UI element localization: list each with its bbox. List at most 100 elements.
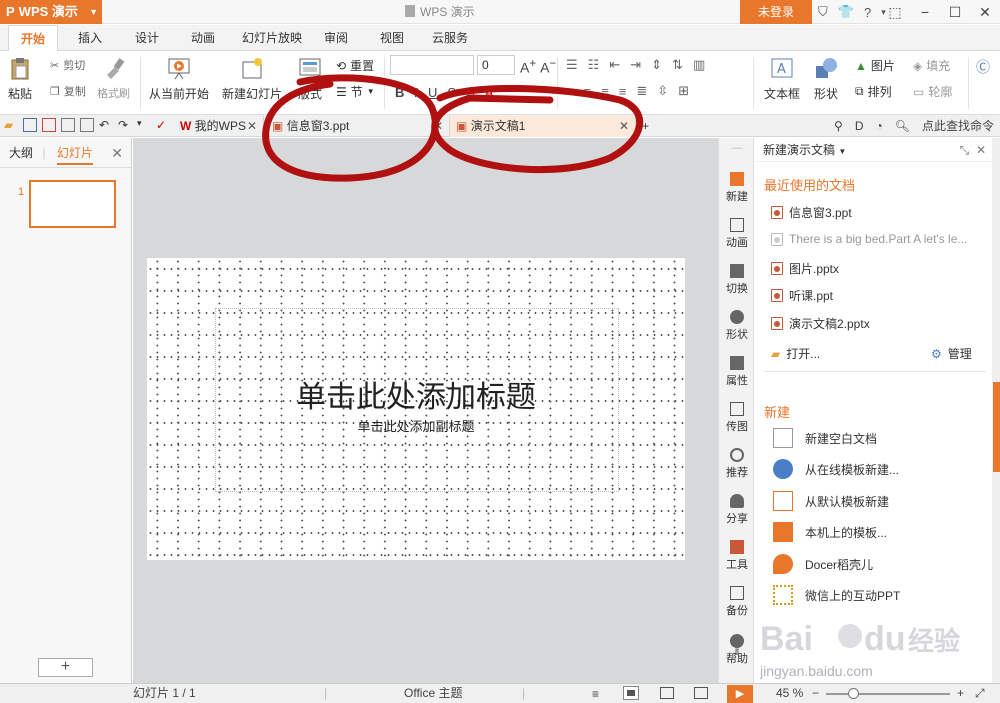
slide[interactable]: 单击此处添加标题 单击此处添加副标题 bbox=[147, 258, 685, 560]
manage-button[interactable]: ⚙ 管理 bbox=[931, 345, 972, 362]
close-button[interactable]: ✕ bbox=[970, 0, 1000, 24]
bold-icon[interactable]: B bbox=[395, 85, 404, 100]
textbox-button[interactable]: A 文本框 bbox=[764, 57, 800, 102]
columns-icon[interactable]: ▥ bbox=[693, 57, 705, 73]
outline-button[interactable]: ▭ 轮廓 bbox=[913, 83, 952, 100]
print-icon[interactable] bbox=[61, 118, 75, 132]
close-icon[interactable]: ✕ bbox=[619, 116, 629, 136]
minimize-button[interactable]: − bbox=[910, 0, 940, 24]
tab-cloud[interactable]: 云服务 bbox=[432, 25, 468, 51]
open-button[interactable]: ▰ 打开... bbox=[771, 345, 820, 362]
new-slide-button[interactable]: 新建幻灯片 bbox=[222, 57, 282, 102]
doc-tab-info3[interactable]: ▣ 信息窗3.ppt ✕ bbox=[266, 116, 450, 137]
wechat-interactive-ppt[interactable]: 微信上的互动PPT bbox=[773, 585, 900, 605]
scrollbar-thumb[interactable] bbox=[993, 382, 1000, 472]
undo-icon[interactable]: ↶ bbox=[99, 118, 113, 132]
zoom-slider-handle[interactable] bbox=[848, 688, 859, 699]
align-center-icon[interactable]: ≡ bbox=[584, 84, 592, 99]
strike-icon[interactable]: S bbox=[447, 85, 456, 100]
help-button[interactable]: ? bbox=[864, 5, 871, 20]
side-shape[interactable]: 形状 bbox=[719, 310, 755, 342]
save-icon[interactable] bbox=[23, 118, 37, 132]
skin-icon[interactable]: ◔ bbox=[876, 115, 883, 137]
recent-item[interactable]: 信息窗3.ppt bbox=[771, 204, 852, 221]
increase-indent-icon[interactable]: ⇥ bbox=[630, 57, 641, 73]
from-current-button[interactable]: 从当前开始 bbox=[149, 57, 209, 102]
new-from-default-template[interactable]: 从默认模板新建 bbox=[773, 491, 889, 511]
maximize-button[interactable]: ☐ bbox=[940, 0, 970, 24]
recent-item[interactable]: There is a big bed.Part A let's le... bbox=[771, 232, 967, 246]
slide-sorter-icon[interactable] bbox=[660, 687, 674, 699]
side-recommend[interactable]: 推荐 bbox=[719, 448, 755, 480]
title-placeholder[interactable]: 单击此处添加标题 bbox=[147, 372, 685, 416]
recent-item[interactable]: 听课.ppt bbox=[771, 287, 833, 304]
side-properties[interactable]: 属性 bbox=[719, 356, 755, 388]
text-direction-icon[interactable]: ⇅ bbox=[672, 57, 683, 73]
redo-icon[interactable]: ↷ bbox=[118, 118, 132, 132]
cut-button[interactable]: ✂ 剪切 bbox=[50, 57, 85, 73]
side-animation[interactable]: 动画 bbox=[719, 218, 755, 250]
recent-item[interactable]: 演示文稿2.pptx bbox=[771, 315, 870, 332]
close-icon[interactable]: ✕ bbox=[433, 116, 443, 136]
more-tools-icon[interactable]: Ⓒ bbox=[976, 57, 990, 77]
tab-animation[interactable]: 动画 bbox=[191, 25, 215, 51]
side-transition[interactable]: 切换 bbox=[719, 264, 755, 296]
new-from-online-template[interactable]: 从在线模板新建... bbox=[773, 459, 899, 479]
paste-button[interactable]: 粘贴 bbox=[8, 57, 32, 102]
align-right-icon[interactable]: ≡ bbox=[601, 84, 609, 99]
underline-icon[interactable]: U bbox=[428, 85, 437, 100]
new-blank-button[interactable]: 新建空白文档 bbox=[773, 428, 877, 448]
shrink-font-icon[interactable]: A− bbox=[540, 57, 556, 76]
side-new[interactable]: 新建 bbox=[719, 172, 755, 204]
app-menu-button[interactable]: P WPS 演示 ▼ bbox=[0, 0, 102, 24]
italic-icon[interactable]: I bbox=[414, 85, 418, 100]
dock-icon[interactable]: ⤡ bbox=[960, 143, 970, 157]
side-help[interactable]: 帮助 bbox=[719, 634, 755, 666]
align-left-icon[interactable]: ≡ bbox=[566, 84, 574, 99]
side-share[interactable]: 分享 bbox=[719, 494, 755, 526]
font-size-field[interactable]: 0 bbox=[477, 55, 515, 75]
tab-view[interactable]: 视图 bbox=[380, 25, 404, 51]
distribute-icon[interactable]: ≣ bbox=[636, 83, 647, 99]
restore-frame-icon[interactable]: ⬚ bbox=[880, 0, 910, 24]
tab-design[interactable]: 设计 bbox=[135, 25, 159, 51]
copy-button[interactable]: ❐ 复制 bbox=[50, 83, 86, 99]
section-button[interactable]: ☰ 节 ▼ bbox=[336, 83, 375, 100]
font-color-icon[interactable]: A bbox=[485, 85, 494, 100]
skin-icon[interactable]: ⛉ bbox=[818, 4, 828, 20]
justify-icon[interactable]: ≡ bbox=[619, 84, 627, 99]
slide-thumbnail[interactable] bbox=[29, 180, 116, 228]
decrease-indent-icon[interactable]: ⇤ bbox=[609, 57, 620, 73]
login-button[interactable]: 未登录 bbox=[740, 0, 812, 24]
notes-icon[interactable]: ≡ bbox=[592, 687, 606, 701]
tab-slides[interactable]: 幻灯片 bbox=[56, 146, 93, 165]
bullet-list-icon[interactable]: ☰ bbox=[566, 57, 578, 73]
open-folder-icon[interactable]: ▰ bbox=[4, 118, 18, 132]
check-icon[interactable]: ✓ bbox=[156, 118, 170, 132]
pin-icon[interactable]: ⚲ bbox=[834, 115, 843, 137]
subtitle-placeholder[interactable]: 单击此处添加副标题 bbox=[147, 416, 685, 435]
shadow-icon[interactable]: S bbox=[466, 85, 475, 100]
para-spacing-icon[interactable]: ⇳ bbox=[657, 83, 668, 99]
docer-button[interactable]: Docer稻壳儿 bbox=[773, 554, 873, 574]
add-slide-button[interactable]: + bbox=[38, 658, 93, 677]
doc-tab-my-wps[interactable]: W 我的WPS ✕ bbox=[174, 116, 264, 137]
zoom-slider[interactable] bbox=[826, 693, 950, 695]
reset-button[interactable]: ⟲ 重置 bbox=[336, 57, 374, 74]
shape-button[interactable]: 形状 bbox=[813, 57, 839, 102]
tab-review[interactable]: 审阅 bbox=[324, 25, 348, 51]
arrange-button[interactable]: ⧉ 排列 bbox=[855, 83, 892, 100]
side-backup[interactable]: 备份 bbox=[719, 586, 755, 618]
d-icon[interactable]: D bbox=[855, 115, 864, 137]
font-name-field[interactable] bbox=[390, 55, 474, 75]
numbered-list-icon[interactable]: ☷ bbox=[588, 57, 600, 73]
export-pdf-icon[interactable] bbox=[42, 118, 56, 132]
play-button[interactable]: ▶ bbox=[727, 685, 753, 703]
indent-icon[interactable]: ⊞ bbox=[678, 83, 689, 99]
grow-font-icon[interactable]: A+ bbox=[520, 57, 536, 76]
side-tools[interactable]: 工具 bbox=[719, 540, 755, 572]
line-spacing-icon[interactable]: ⇕ bbox=[651, 57, 662, 73]
tab-home[interactable]: 开始 bbox=[8, 25, 59, 52]
close-icon[interactable]: ✕ bbox=[247, 116, 257, 136]
picture-button[interactable]: ▲ 图片 bbox=[855, 57, 895, 74]
